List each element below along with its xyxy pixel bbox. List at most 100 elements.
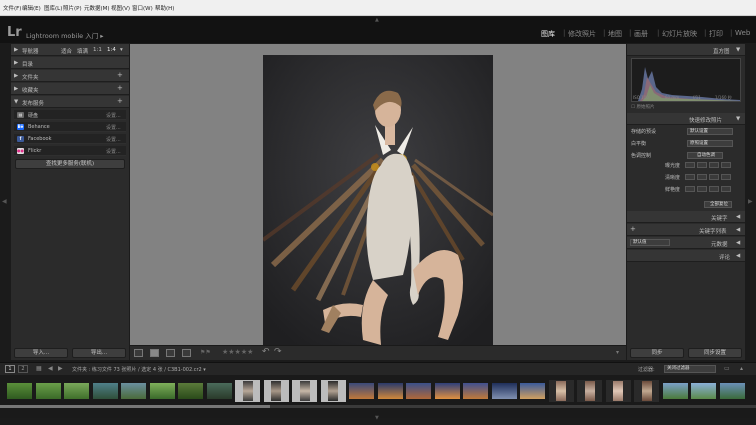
module-book[interactable]: 画册: [634, 29, 648, 39]
menu-item-4[interactable]: 元数据(M): [84, 4, 110, 12]
filmstrip-thumbnail[interactable]: [178, 383, 203, 399]
back-arrow-icon[interactable]: ◀: [48, 365, 53, 372]
collapse-top-arrow[interactable]: ▲: [375, 17, 379, 23]
export-button[interactable]: 导出...: [72, 348, 126, 358]
grid-icon[interactable]: ▦: [36, 365, 42, 372]
menu-item-1[interactable]: 编辑(E): [22, 4, 41, 12]
import-button[interactable]: 导入...: [14, 348, 68, 358]
keyword-list-header[interactable]: + 关键字列表 ◀: [627, 224, 745, 236]
tone-adjust-button[interactable]: [685, 174, 695, 180]
right-panel-toggle-arrow[interactable]: ▶: [748, 198, 753, 205]
sync-button[interactable]: 同步: [630, 348, 684, 358]
add-collection-button[interactable]: +: [117, 84, 123, 92]
rotate-right-icon[interactable]: ↷: [274, 347, 282, 357]
filmstrip-thumbnail[interactable]: [292, 380, 317, 402]
white-balance-select[interactable]: 原照设置: [687, 140, 733, 147]
forward-arrow-icon[interactable]: ▶: [58, 365, 63, 372]
add-keyword-button[interactable]: +: [630, 225, 636, 233]
filmstrip-thumbnail[interactable]: [206, 383, 232, 399]
module-develop[interactable]: 修改照片: [568, 29, 596, 39]
filmstrip-thumbnail[interactable]: [463, 383, 488, 399]
publish-service-row[interactable]: ▤ 硬盘 设置...: [14, 110, 126, 120]
saved-preset-select[interactable]: 默认设置: [687, 128, 733, 135]
tone-adjust-button[interactable]: [721, 186, 731, 192]
rating-stars[interactable]: ★★★★★: [222, 348, 253, 356]
menu-item-6[interactable]: 窗口(W): [132, 4, 153, 12]
menu-item-7[interactable]: 帮助(H): [155, 4, 174, 12]
publish-service-row[interactable]: Bē Behance 设置...: [14, 122, 126, 132]
filmstrip-thumbnail[interactable]: [320, 380, 346, 402]
filmstrip-toggle-icon[interactable]: ▴: [740, 365, 743, 372]
add-folder-button[interactable]: +: [117, 71, 123, 79]
module-print[interactable]: 打印: [709, 29, 723, 39]
tone-adjust-button[interactable]: [685, 162, 695, 168]
loupe-view-icon[interactable]: [150, 349, 159, 357]
filmstrip-thumbnail[interactable]: [719, 383, 745, 399]
comments-header[interactable]: 评论 ◀: [627, 250, 745, 262]
keywording-header[interactable]: 关键字 ◀: [627, 211, 745, 223]
add-publish-service-button[interactable]: +: [117, 97, 123, 105]
filter-lock-icon[interactable]: ▭: [724, 365, 730, 372]
filmstrip-thumbnail[interactable]: [605, 380, 631, 402]
nav-opt-fit[interactable]: 适合: [61, 47, 72, 55]
module-map[interactable]: 地图: [608, 29, 622, 39]
filmstrip-thumbnail[interactable]: [263, 380, 289, 402]
menu-item-2[interactable]: 图库(L): [44, 4, 62, 12]
nav-opt-1-1[interactable]: 1:1: [93, 47, 102, 53]
menu-item-5[interactable]: 视图(V): [111, 4, 130, 12]
reset-all-button[interactable]: 全部复位: [704, 201, 732, 208]
flag-icons[interactable]: ⚑⚑: [200, 349, 211, 356]
filmstrip-thumbnail[interactable]: [548, 380, 574, 402]
tone-adjust-button[interactable]: [709, 174, 719, 180]
auto-tone-button[interactable]: 自动色调: [687, 152, 723, 159]
page-1-button[interactable]: 1: [5, 365, 15, 373]
module-web[interactable]: Web: [735, 29, 750, 37]
filmstrip-source-path[interactable]: 文件夹 : 练习文件 73 张照片 / 选定 4 张 / C3B1-002.cr…: [72, 366, 206, 373]
menu-item-3[interactable]: 照片(P): [63, 4, 82, 12]
publish-service-row[interactable]: f Facebook 设置...: [14, 134, 126, 144]
module-library[interactable]: 图库: [541, 29, 555, 39]
filmstrip-thumbnail[interactable]: [7, 383, 32, 399]
nav-opt-dropdown-icon[interactable]: ▾: [120, 47, 123, 53]
collapse-bottom-arrow[interactable]: ▼: [375, 415, 379, 421]
module-slideshow[interactable]: 幻灯片放映: [662, 29, 697, 39]
tone-adjust-button[interactable]: [709, 186, 719, 192]
nav-opt-1-4[interactable]: 1:4: [107, 47, 116, 53]
publish-service-row[interactable]: ●● Flickr 设置...: [14, 146, 126, 156]
find-more-services-button[interactable]: 查找更多服务(联机): [15, 159, 125, 169]
filter-select[interactable]: 关闭过滤器: [664, 365, 716, 373]
tone-adjust-button[interactable]: [721, 162, 731, 168]
tone-adjust-button[interactable]: [697, 174, 707, 180]
identity-name[interactable]: Lightroom mobile 入门 ▸: [26, 30, 104, 40]
publish-service-settings-link[interactable]: 设置...: [106, 124, 121, 131]
tone-adjust-button[interactable]: [709, 162, 719, 168]
filmstrip-thumbnail[interactable]: [121, 383, 146, 399]
filmstrip-thumbnail[interactable]: [491, 383, 517, 399]
sync-settings-button[interactable]: 同步设置: [688, 348, 742, 358]
main-photo[interactable]: [263, 55, 493, 345]
page-2-button[interactable]: 2: [18, 365, 28, 373]
tone-adjust-button[interactable]: [721, 174, 731, 180]
toolbar-options-arrow-icon[interactable]: ▾: [616, 349, 619, 356]
filmstrip-thumbnail[interactable]: [64, 383, 89, 399]
tone-adjust-button[interactable]: [685, 186, 695, 192]
grid-view-icon[interactable]: [134, 349, 143, 357]
filmstrip-thumbnail[interactable]: [377, 383, 403, 399]
menu-item-0[interactable]: 文件(F): [3, 4, 21, 12]
metadata-preset-select[interactable]: 默认值: [630, 239, 670, 246]
left-panel-toggle-arrow[interactable]: ◀: [2, 198, 7, 205]
catalog-header[interactable]: ▶ 目录: [11, 57, 129, 69]
quick-develop-header[interactable]: 快速修改照片 ▼: [627, 113, 745, 125]
publish-service-settings-link[interactable]: 设置...: [106, 136, 121, 143]
filmstrip-thumbnail[interactable]: [577, 380, 602, 402]
tone-adjust-button[interactable]: [697, 186, 707, 192]
filmstrip-thumbnail[interactable]: [634, 380, 659, 402]
filmstrip-thumbnail[interactable]: [662, 383, 688, 399]
filmstrip-thumbnail[interactable]: [35, 383, 61, 399]
original-photo-checkbox[interactable]: ☐ 原始照片: [631, 104, 654, 110]
publish-service-settings-link[interactable]: 设置...: [106, 148, 121, 155]
navigator-header[interactable]: ▶ 导航器 适合 填满 1:1 1:4 ▾: [11, 44, 129, 56]
collections-header[interactable]: ▶ 收藏夹 +: [11, 83, 129, 95]
filmstrip-thumbnail[interactable]: [520, 383, 545, 399]
tone-adjust-button[interactable]: [697, 162, 707, 168]
